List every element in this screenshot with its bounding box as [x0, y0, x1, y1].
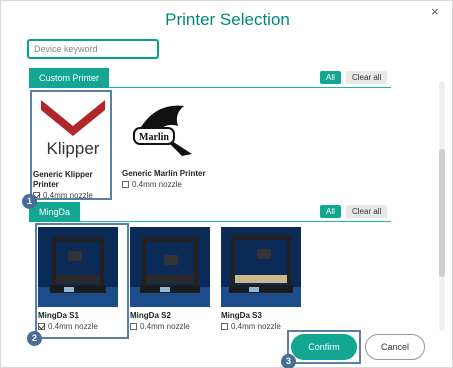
printer-card-mingda-s2[interactable]: MingDa S2 0.4mm nozzle: [130, 227, 220, 332]
printer-name: Generic Marlin Printer: [122, 169, 206, 178]
checkbox-unchecked[interactable]: [130, 323, 137, 330]
dialog-title: Printer Selection: [165, 10, 290, 29]
checkbox-unchecked[interactable]: [122, 181, 129, 188]
step-badge-2: 2: [27, 331, 42, 346]
printer-name: MingDa S2: [130, 311, 171, 320]
printer-card-mingda-s3[interactable]: MingDa S3 0.4mm nozzle: [221, 227, 311, 332]
cancel-button[interactable]: Cancel: [365, 334, 425, 360]
printer-card-marlin[interactable]: Marlin Generic Marlin Printer 0.4mm nozz…: [122, 92, 212, 192]
marlin-logo-text: Marlin: [139, 132, 169, 143]
printer-image: [130, 227, 210, 307]
close-icon[interactable]: ×: [431, 4, 439, 19]
printer-name: MingDa S3: [221, 311, 262, 320]
nozzle-option[interactable]: 0.4mm nozzle: [221, 322, 281, 332]
tab-mingda[interactable]: MingDa: [29, 202, 81, 222]
scrollbar[interactable]: [439, 81, 445, 331]
nozzle-label: 0.4mm nozzle: [231, 322, 281, 331]
select-all-button[interactable]: All: [320, 205, 341, 218]
section-bar-mingda: MingDa All Clear all: [29, 202, 391, 222]
select-all-button[interactable]: All: [320, 71, 341, 84]
nozzle-option[interactable]: 0.4mm nozzle: [130, 322, 190, 332]
search-input[interactable]: Device keyword: [27, 39, 159, 59]
scrollbar-thumb[interactable]: [439, 149, 445, 277]
clear-all-button[interactable]: Clear all: [346, 71, 388, 84]
printer-selection-dialog: Printer Selection × Device keyword Custo…: [0, 0, 453, 368]
marlin-logo: Marlin: [122, 92, 202, 172]
printer-image: [221, 227, 301, 307]
nozzle-label: 0.4mm nozzle: [132, 180, 182, 189]
step-badge-1: 1: [22, 194, 37, 209]
callout-highlight-2: [35, 223, 129, 339]
clear-all-button[interactable]: Clear all: [346, 205, 388, 218]
nozzle-option[interactable]: 0.4mm nozzle: [122, 180, 182, 190]
nozzle-label: 0.4mm nozzle: [140, 322, 190, 331]
checkbox-unchecked[interactable]: [221, 323, 228, 330]
section-bar-custom: Custom Printer All Clear all: [29, 68, 391, 88]
confirm-button[interactable]: Confirm: [291, 334, 357, 360]
callout-highlight-1: [30, 90, 112, 200]
tab-custom-printer[interactable]: Custom Printer: [29, 68, 110, 88]
